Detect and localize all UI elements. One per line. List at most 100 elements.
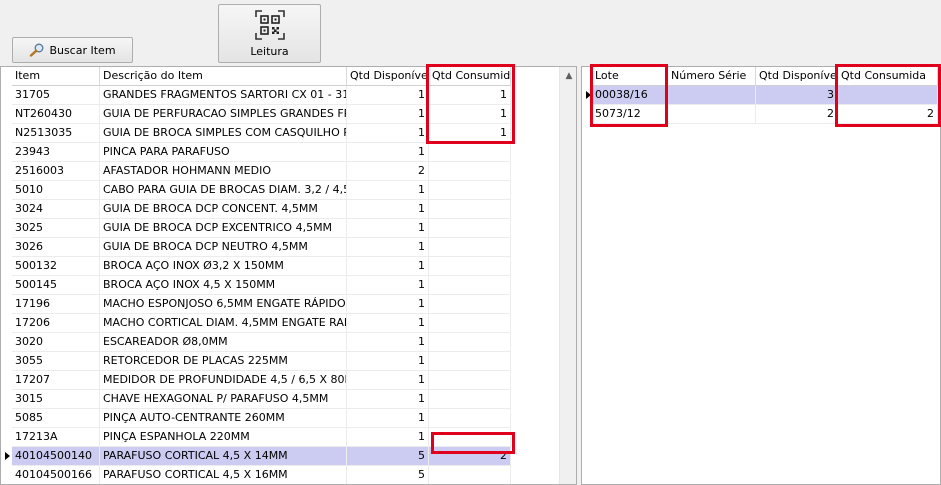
- items-cell-cons[interactable]: [429, 352, 511, 371]
- items-col-header-disp[interactable]: Qtd Disponível: [347, 67, 429, 86]
- items-cell-item: 5085: [12, 409, 100, 428]
- items-cell-desc: MACHO CORTICAL DIAM. 4,5MM ENGATE RAPIDO: [100, 314, 347, 333]
- items-cell-item: 40104500166: [12, 466, 100, 484]
- items-cell-cons[interactable]: 1: [429, 86, 511, 105]
- items-cell-desc: ESCAREADOR Ø8,0MM: [100, 333, 347, 352]
- items-cell-item: NT260430: [12, 105, 100, 124]
- items-cell-disp: 1: [347, 409, 429, 428]
- items-cell-desc: CABO PARA GUIA DE BROCAS DIAM. 3,2 / 4,5…: [100, 181, 347, 200]
- row-indicator[interactable]: [1, 257, 11, 276]
- items-cell-desc: AFASTADOR HOHMANN MEDIO: [100, 162, 347, 181]
- buscar-item-button[interactable]: Buscar Item: [12, 37, 133, 63]
- items-cell-cons[interactable]: [429, 466, 511, 484]
- lots-grid[interactable]: Lote Número Série Qtd Disponível Qtd Consum…: [581, 66, 941, 485]
- row-indicator[interactable]: [1, 352, 11, 371]
- search-icon: [30, 43, 44, 57]
- row-indicator[interactable]: [1, 181, 11, 200]
- row-indicator[interactable]: [1, 333, 11, 352]
- lots-col-header-serie[interactable]: Número Série: [668, 67, 756, 86]
- items-cell-disp: 1: [347, 143, 429, 162]
- items-cell-disp: 1: [347, 86, 429, 105]
- items-cell-cons[interactable]: 1: [429, 105, 511, 124]
- row-indicator[interactable]: [1, 409, 11, 428]
- items-cell-item: 17206: [12, 314, 100, 333]
- items-cell-desc: GUIA DE BROCA DCP EXCENTRICO 4,5MM: [100, 219, 347, 238]
- row-indicator[interactable]: [582, 105, 592, 124]
- items-cell-desc: PARAFUSO CORTICAL 4,5 X 16MM: [100, 466, 347, 484]
- row-indicator[interactable]: [1, 295, 11, 314]
- items-cell-cons[interactable]: [429, 409, 511, 428]
- items-cell-disp: 1: [347, 333, 429, 352]
- items-cell-desc: BROCA AÇO INOX 4,5 X 150MM: [100, 276, 347, 295]
- items-cell-cons[interactable]: 1: [429, 124, 511, 143]
- items-cell-cons[interactable]: [429, 295, 511, 314]
- items-cell-cons[interactable]: [429, 200, 511, 219]
- row-indicator[interactable]: [1, 219, 11, 238]
- items-cell-cons[interactable]: [429, 143, 511, 162]
- items-cell-desc: RETORCEDOR DE PLACAS 225MM: [100, 352, 347, 371]
- scroll-up-arrow-icon[interactable]: ▲: [560, 67, 576, 85]
- items-col-header-item[interactable]: Item: [12, 67, 100, 86]
- items-cell-item: 23943: [12, 143, 100, 162]
- row-indicator[interactable]: [1, 428, 11, 447]
- items-cell-desc: CHAVE HEXAGONAL P/ PARAFUSO 4,5MM: [100, 390, 347, 409]
- row-indicator[interactable]: [1, 86, 11, 105]
- items-grid-scrollbar[interactable]: ▲: [559, 67, 576, 484]
- items-cell-cons[interactable]: [429, 314, 511, 333]
- lots-cell-disp: 2: [756, 105, 838, 124]
- items-cell-cons[interactable]: 2: [429, 447, 511, 466]
- items-cell-cons[interactable]: [429, 238, 511, 257]
- items-cell-disp: 1: [347, 181, 429, 200]
- row-indicator[interactable]: [1, 200, 11, 219]
- items-cell-cons[interactable]: [429, 428, 511, 447]
- items-cell-desc: PINÇA ESPANHOLA 220MM: [100, 428, 347, 447]
- row-indicator[interactable]: [1, 314, 11, 333]
- row-indicator[interactable]: [1, 124, 11, 143]
- row-indicator[interactable]: [1, 105, 11, 124]
- lots-col-header-cons[interactable]: Qtd Consumida: [838, 67, 938, 86]
- qr-code-icon: [254, 10, 285, 40]
- items-col-header-cons[interactable]: Qtd Consumida: [429, 67, 511, 86]
- items-cell-disp: 1: [347, 238, 429, 257]
- items-grid[interactable]: Item Descrição do Item Qtd Disponível Qtd C…: [0, 66, 577, 485]
- lots-cell-disp: 3: [756, 86, 838, 105]
- items-cell-item: 17213A: [12, 428, 100, 447]
- row-indicator[interactable]: [1, 466, 11, 484]
- row-indicator[interactable]: [1, 162, 11, 181]
- items-cell-cons[interactable]: [429, 390, 511, 409]
- leitura-button[interactable]: Leitura: [218, 4, 321, 63]
- row-indicator[interactable]: [1, 390, 11, 409]
- row-indicator[interactable]: [1, 447, 11, 466]
- lots-cell-serie: [668, 105, 756, 124]
- row-indicator[interactable]: [1, 143, 11, 162]
- items-cell-disp: 1: [347, 352, 429, 371]
- row-indicator[interactable]: [582, 86, 592, 105]
- items-cell-desc: GRANDES FRAGMENTOS SARTORI CX 01 - 31705: [100, 86, 347, 105]
- items-col-header-desc[interactable]: Descrição do Item: [100, 67, 347, 86]
- lots-col-header-disp[interactable]: Qtd Disponível: [756, 67, 838, 86]
- items-cell-cons[interactable]: [429, 276, 511, 295]
- items-cell-disp: 1: [347, 200, 429, 219]
- items-cell-cons[interactable]: [429, 257, 511, 276]
- items-cell-desc: MEDIDOR DE PROFUNDIDADE 4,5 / 6,5 X 80MM: [100, 371, 347, 390]
- items-cell-cons[interactable]: [429, 333, 511, 352]
- items-cell-item: 3024: [12, 200, 100, 219]
- items-cell-disp: 2: [347, 162, 429, 181]
- items-cell-cons[interactable]: [429, 181, 511, 200]
- row-indicator[interactable]: [1, 238, 11, 257]
- row-indicator[interactable]: [1, 371, 11, 390]
- items-cell-item: 17196: [12, 295, 100, 314]
- items-cell-desc: PINCA PARA PARAFUSO: [100, 143, 347, 162]
- lots-cell-cons[interactable]: [838, 86, 938, 105]
- row-indicator[interactable]: [1, 276, 11, 295]
- items-cell-cons[interactable]: [429, 371, 511, 390]
- buscar-item-label: Buscar Item: [49, 43, 116, 57]
- lots-col-header-lote[interactable]: Lote: [592, 67, 668, 86]
- items-cell-cons[interactable]: [429, 162, 511, 181]
- lots-cell-cons[interactable]: 2: [838, 105, 938, 124]
- items-cell-cons[interactable]: [429, 219, 511, 238]
- items-cell-disp: 1: [347, 295, 429, 314]
- leitura-label: Leitura: [250, 45, 289, 58]
- items-cell-disp: 1: [347, 105, 429, 124]
- items-cell-disp: 1: [347, 428, 429, 447]
